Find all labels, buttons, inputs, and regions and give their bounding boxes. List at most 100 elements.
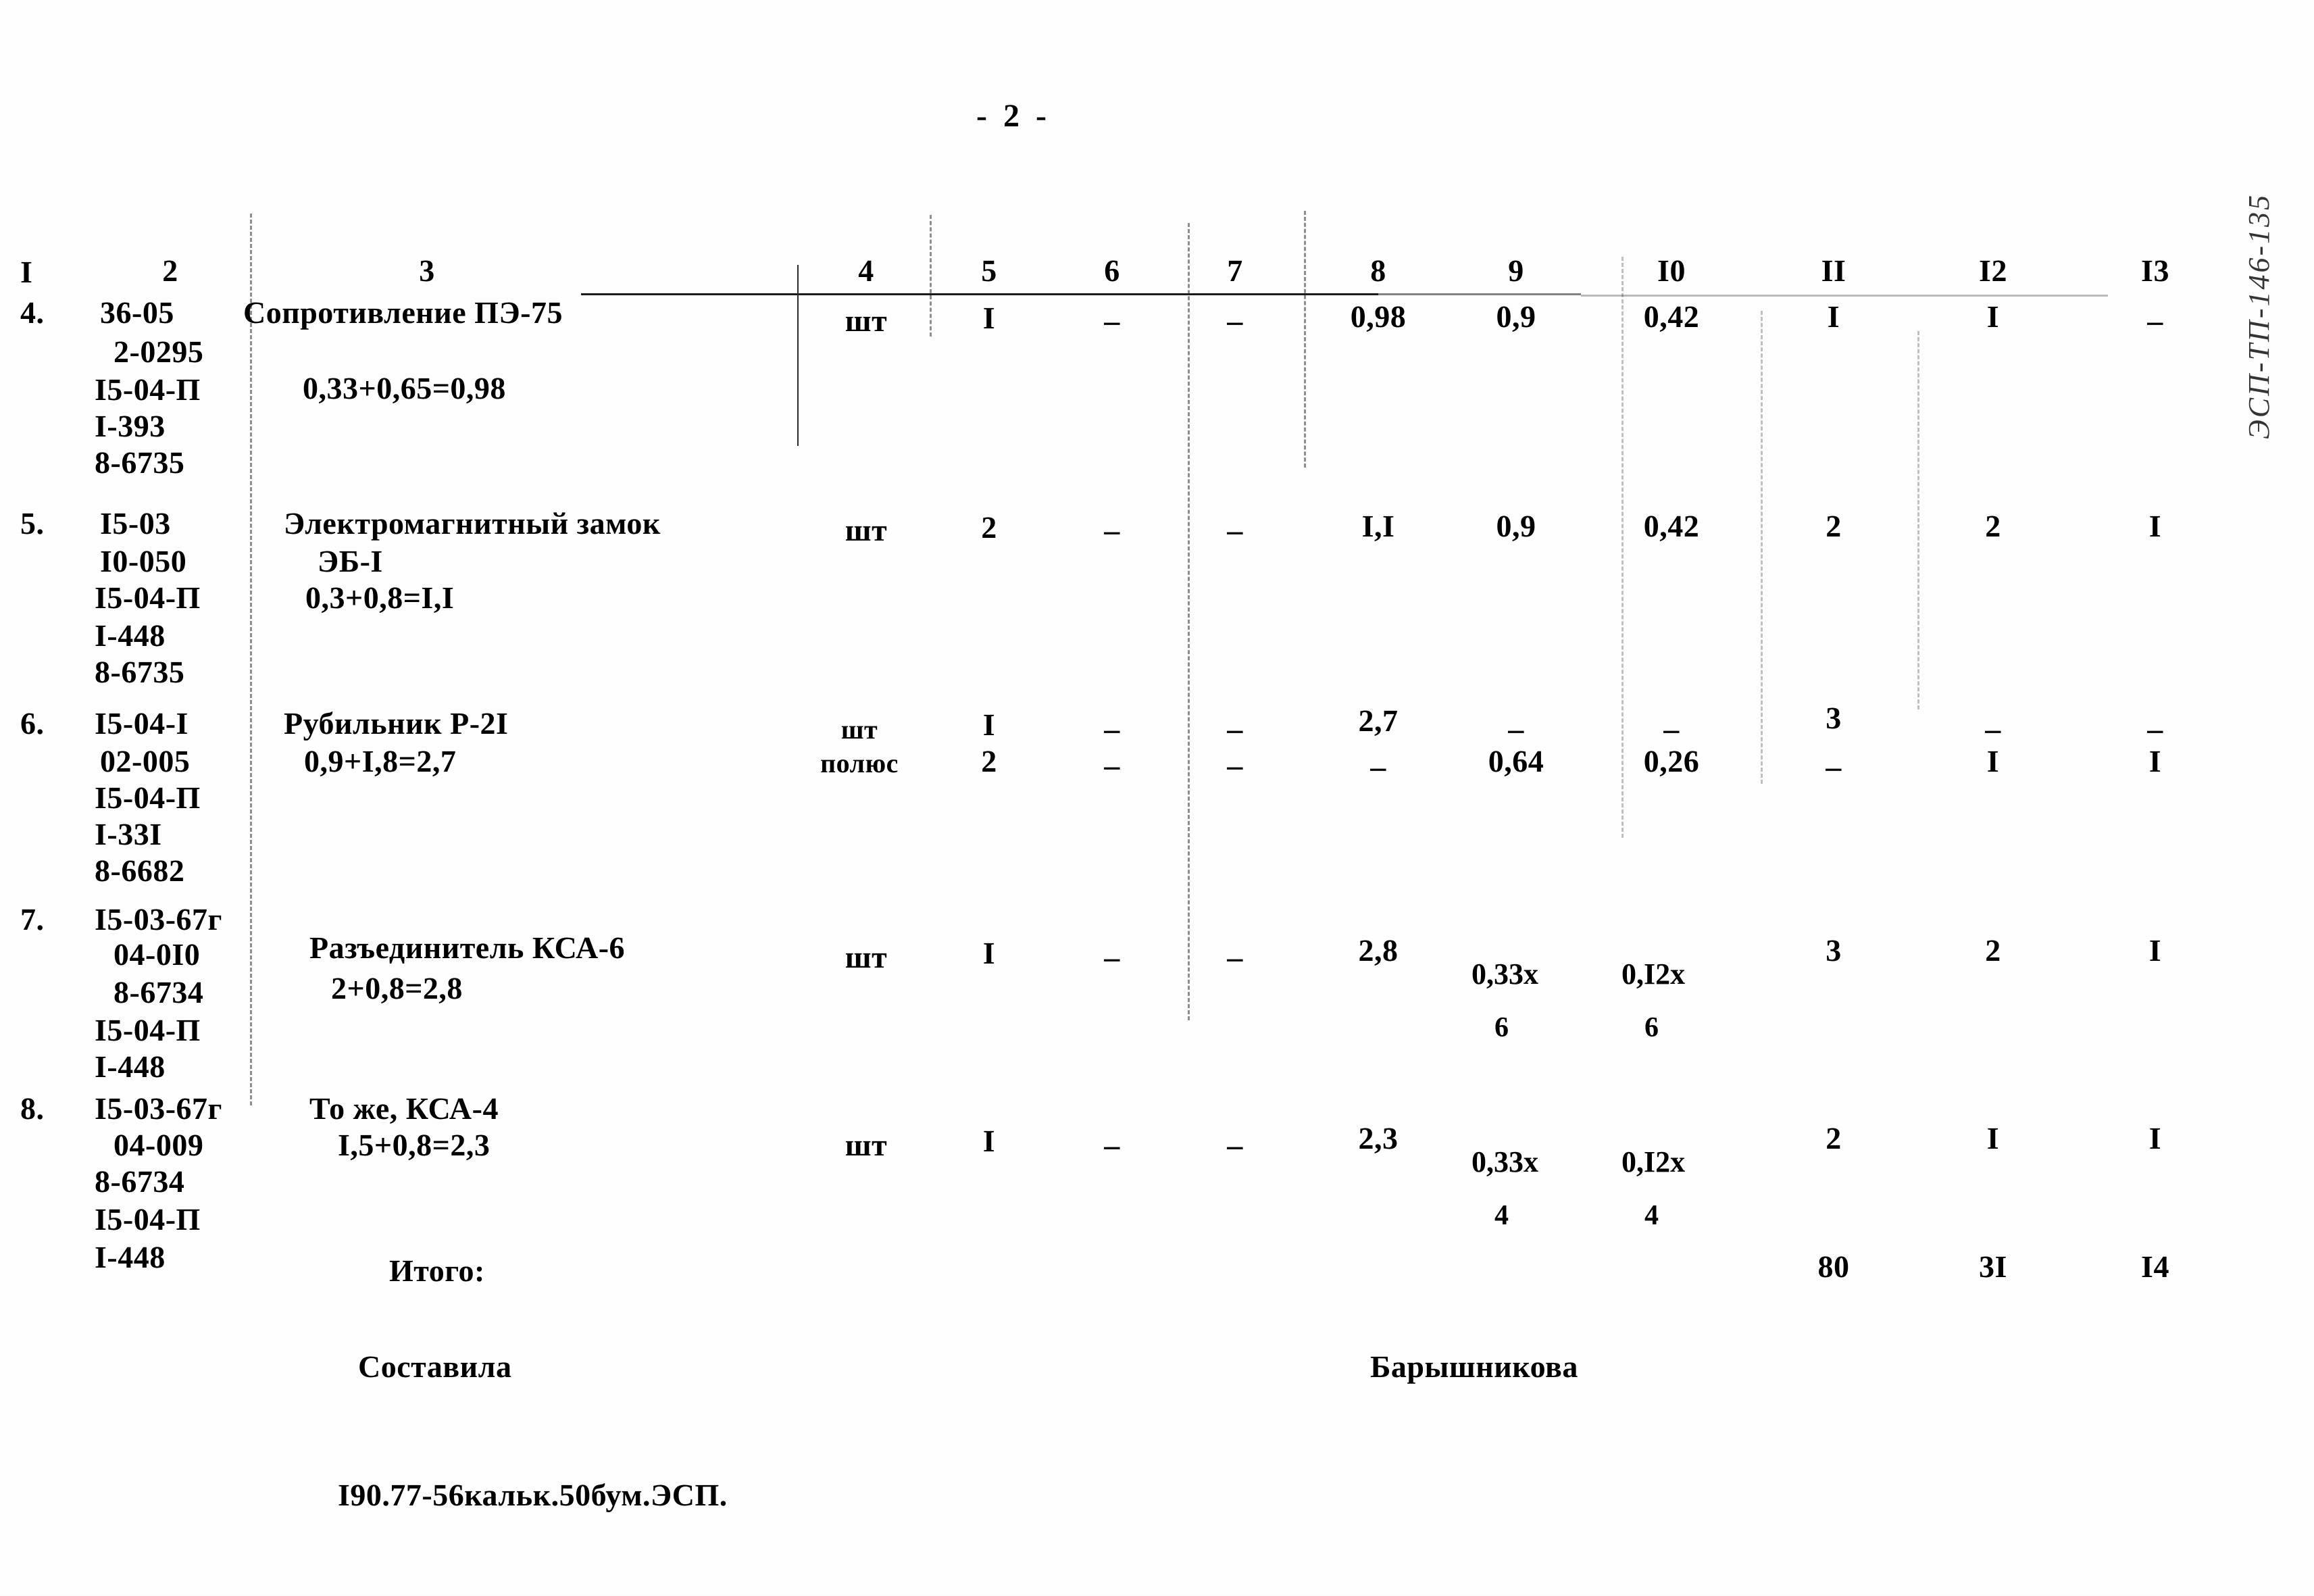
row-cell-qty: I: [982, 301, 996, 335]
column-header-9: 9: [1508, 253, 1524, 288]
row-cell-11b: –: [1826, 749, 1842, 784]
row-cell-6: –: [1104, 712, 1120, 746]
row-cell-12: 2: [1985, 509, 2001, 543]
column-header-2: 2: [162, 253, 178, 288]
row-code: I5-03-67г: [95, 902, 222, 937]
row-cell-10b: 0,26: [1643, 744, 1700, 778]
row-cell-7: –: [1227, 303, 1243, 338]
row-name: Рубильник Р-2I: [284, 706, 509, 741]
row-cell-10: 0,I2х: [1621, 957, 1686, 991]
row-cell-9-multiplier: 0,33х 4: [1472, 1120, 1538, 1256]
row-cell-unit: шт: [845, 940, 888, 974]
col-sep-11-12: [1917, 331, 1919, 709]
row-cell-6: –: [1104, 303, 1120, 338]
column-header-3: 3: [419, 253, 435, 288]
row-cell-8: 0,98: [1350, 299, 1407, 334]
header-rule-mid: [1378, 293, 1581, 295]
col-sep-7-8: [1304, 211, 1306, 468]
row-cell-9-sub: 4: [1494, 1200, 1509, 1231]
row-cell-7: –: [1227, 940, 1243, 974]
column-header-11: II: [1821, 253, 1846, 288]
row-code: 8-6734: [95, 1164, 185, 1199]
row-cell-13b: I: [2148, 744, 2162, 778]
row-cell-10-sub: 6: [1644, 1012, 1659, 1043]
row-code: 8-6735: [95, 445, 185, 480]
row-cell-unit: шт: [845, 513, 888, 547]
footer-print-info: I90.77-56кальк.50бум.ЭСП.: [338, 1478, 728, 1512]
row-cell-unit: шт: [845, 303, 888, 338]
handwritten-margin-note: ЭСП-ТП-146-135: [2242, 193, 2275, 439]
col-sep-4-5: [930, 215, 932, 336]
row-cell-10: 0,I2х: [1621, 1145, 1686, 1178]
row-code: I-448: [95, 1049, 166, 1084]
row-code: I-448: [95, 618, 166, 653]
row-cell-9-multiplier: 0,33х 6: [1472, 932, 1538, 1068]
row-name: Сопротивление ПЭ-75: [243, 295, 563, 330]
row-code: I-393: [95, 409, 166, 443]
row-number: 7.: [20, 902, 45, 937]
total-cell-11: 80: [1817, 1249, 1850, 1284]
document-page: - 2 - ЭСП-ТП-146-135 I 2 3 4 5 6 7 8 9 I…: [0, 0, 2314, 1596]
scan-grain-overlay: [0, 0, 2314, 1596]
row-cell-qty: I: [982, 1124, 996, 1158]
row-cell-13: I: [2148, 933, 2162, 968]
row-code: I5-03: [100, 506, 171, 541]
row-formula: 0,33+0,65=0,98: [303, 371, 506, 405]
row-code: I-448: [95, 1240, 166, 1274]
row-cell-11: I: [1827, 299, 1840, 334]
row-code: I-33I: [95, 817, 162, 851]
row-cell-7: –: [1227, 513, 1243, 547]
row-code: I0-050: [100, 544, 187, 578]
row-name: Разъединитель КСА-6: [309, 930, 626, 965]
row-cell-unit: шт: [845, 1128, 888, 1162]
row-cell-10: 0,42: [1643, 299, 1700, 334]
row-number: 8.: [20, 1091, 45, 1126]
row-cell-13: –: [2147, 712, 2163, 746]
column-header-8: 8: [1370, 253, 1386, 288]
row-number: 5.: [20, 506, 45, 541]
column-header-13: I3: [2141, 253, 2169, 288]
page-number: - 2 -: [976, 98, 1051, 134]
row-code: 36-05: [100, 295, 174, 330]
row-cell-13: I: [2148, 1121, 2162, 1155]
row-formula: I,5+0,8=2,3: [338, 1128, 491, 1162]
row-code: 04-009: [114, 1128, 204, 1162]
row-cell-6b: –: [1104, 748, 1120, 782]
row-cell-7b: –: [1227, 748, 1243, 782]
row-cell-12: 2: [1985, 933, 2001, 968]
row-cell-9: –: [1508, 712, 1524, 746]
row-cell-6: –: [1104, 940, 1120, 974]
column-header-10: I0: [1657, 253, 1686, 288]
row-formula: 0,3+0,8=I,I: [305, 580, 455, 615]
row-number: 4.: [20, 295, 45, 330]
row-cell-7: –: [1227, 712, 1243, 746]
row-cell-13: I: [2148, 509, 2162, 543]
row-code: I5-04-П: [95, 1013, 201, 1047]
col-sep-2-3: [250, 214, 252, 1105]
column-header-4: 4: [858, 253, 874, 288]
column-header-7: 7: [1227, 253, 1243, 288]
row-name: Электромагнитный замок: [284, 506, 661, 541]
col-sep-10-11: [1761, 311, 1763, 784]
row-cell-qty: 2: [981, 510, 997, 545]
row-code: 8-6682: [95, 853, 185, 888]
row-cell-10-multiplier: 0,I2х 4: [1621, 1120, 1685, 1256]
row-cell-8: 2,8: [1358, 933, 1399, 968]
row-code: 8-6735: [95, 655, 185, 689]
row-formula: 2+0,8=2,8: [331, 971, 463, 1005]
row-code: I5-04-П: [95, 780, 201, 815]
row-code: I5-03-67г: [95, 1091, 222, 1126]
row-cell-9b: 0,64: [1488, 744, 1544, 778]
total-cell-12: 3I: [1979, 1249, 2007, 1284]
column-header-12: I2: [1979, 253, 2007, 288]
row-cell-13: –: [2147, 303, 2163, 338]
row-code: I5-04-П: [95, 580, 201, 615]
row-code: 8-6734: [114, 975, 204, 1009]
total-cell-13: I4: [2141, 1249, 2169, 1284]
header-rule-left: [581, 293, 1378, 295]
row-cell-9: 0,9: [1496, 509, 1536, 543]
row-cell-10-multiplier: 0,I2х 6: [1621, 932, 1685, 1068]
signature-name: Барышникова: [1370, 1349, 1578, 1384]
row-cell-11: 2: [1826, 1121, 1842, 1155]
row-cell-12b: I: [1986, 744, 2000, 778]
